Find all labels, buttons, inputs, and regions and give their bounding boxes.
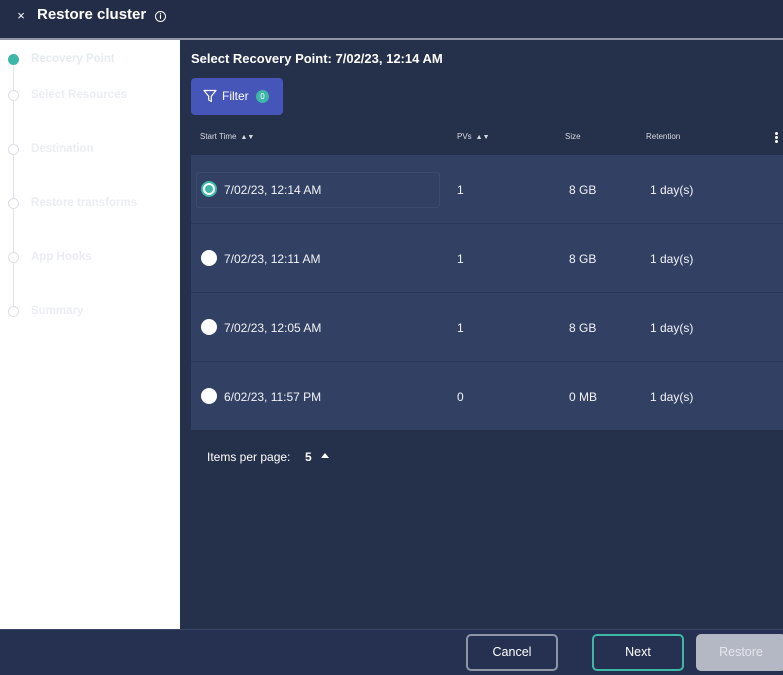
start-time-cell: 7/02/23, 12:05 AM [224, 321, 322, 335]
sort-icon: ▲▼ [240, 134, 255, 141]
size-cell: 8 GB [569, 183, 597, 197]
wizard-steps-sidebar: Recovery Point Select Resources Destinat… [0, 40, 180, 629]
step-label: Restore transforms [31, 197, 138, 209]
info-icon[interactable]: i [155, 11, 166, 22]
cancel-button[interactable]: Cancel [466, 634, 558, 671]
caret-up-icon[interactable] [321, 453, 329, 458]
step-indicator [8, 198, 19, 209]
column-header-pvs[interactable]: PVs ▲▼ [457, 132, 490, 141]
step-indicator [8, 252, 19, 263]
column-header-size: Size [565, 132, 581, 141]
pvs-cell: 1 [457, 183, 464, 197]
pvs-cell: 0 [457, 390, 464, 404]
step-label: Summary [31, 305, 84, 317]
step-summary[interactable]: Summary [0, 302, 180, 322]
close-icon[interactable]: × [13, 8, 29, 24]
dialog-footer: Cancel Next Restore [0, 629, 783, 675]
retention-cell: 1 day(s) [650, 321, 694, 335]
column-options-kebab-icon[interactable] [774, 132, 780, 145]
table-row[interactable]: 7/02/23, 12:05 AM 1 8 GB 1 day(s) [191, 293, 783, 361]
row-radio[interactable] [201, 319, 217, 335]
step-select-resources[interactable]: Select Resources [0, 86, 180, 106]
start-time-cell: 7/02/23, 12:11 AM [224, 252, 321, 266]
step-label: Select Resources [31, 89, 127, 101]
column-header-retention: Retention [646, 132, 681, 141]
pvs-cell: 1 [457, 252, 464, 266]
filter-label: Filter [222, 89, 249, 103]
row-radio[interactable] [201, 250, 217, 266]
step-indicator [8, 90, 19, 101]
size-cell: 0 MB [569, 390, 598, 404]
items-per-page-select[interactable]: 5 [305, 450, 312, 464]
retention-cell: 1 day(s) [650, 390, 694, 404]
dialog-header: × Restore cluster i [0, 0, 783, 38]
sort-icon: ▲▼ [475, 134, 490, 141]
step-destination[interactable]: Destination [0, 140, 180, 160]
pvs-cell: 1 [457, 321, 464, 335]
step-label: App Hooks [31, 251, 92, 263]
step-recovery-point[interactable]: Recovery Point [0, 50, 180, 70]
step-label: Recovery Point [31, 53, 115, 65]
size-cell: 8 GB [569, 321, 597, 335]
page-title: Select Recovery Point: 7/02/23, 12:14 AM [191, 51, 443, 66]
size-cell: 8 GB [569, 252, 597, 266]
restore-button-disabled[interactable]: Restore [696, 634, 783, 671]
table-row[interactable]: 7/02/23, 12:11 AM 1 8 GB 1 day(s) [191, 224, 783, 292]
retention-cell: 1 day(s) [650, 252, 694, 266]
retention-cell: 1 day(s) [650, 183, 694, 197]
step-indicator-active [8, 54, 19, 65]
row-radio[interactable] [201, 388, 217, 404]
filter-icon [203, 89, 217, 103]
step-indicator [8, 306, 19, 317]
step-app-hooks[interactable]: App Hooks [0, 248, 180, 268]
next-button[interactable]: Next [592, 634, 684, 671]
filter-button[interactable]: Filter 0 [191, 78, 283, 115]
dialog-title: Restore cluster [37, 6, 147, 23]
step-restore-transforms[interactable]: Restore transforms [0, 194, 180, 214]
table-row[interactable]: 7/02/23, 12:14 AM 1 8 GB 1 day(s) [191, 155, 783, 223]
step-label: Destination [31, 143, 94, 155]
row-radio-selected[interactable] [201, 181, 217, 197]
start-time-cell: 6/02/23, 11:57 PM [224, 390, 322, 404]
items-per-page-label: Items per page: [207, 450, 291, 464]
start-time-cell: 7/02/23, 12:14 AM [224, 183, 322, 197]
step-indicator [8, 144, 19, 155]
column-header-start-time[interactable]: Start Time ▲▼ [200, 132, 254, 141]
table-row[interactable]: 6/02/23, 11:57 PM 0 0 MB 1 day(s) [191, 362, 783, 430]
column-header-label: PVs [457, 132, 472, 141]
column-header-label: Start Time [200, 132, 237, 141]
filter-count-badge: 0 [256, 90, 269, 103]
